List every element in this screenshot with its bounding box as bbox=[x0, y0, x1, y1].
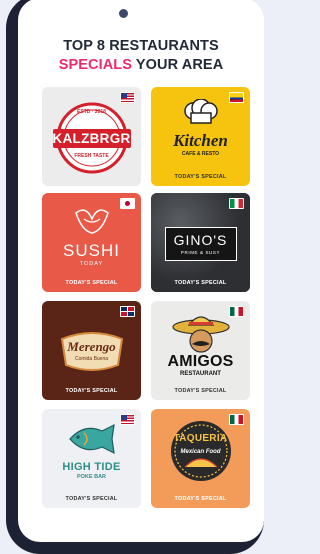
subtitle-rest: YOUR AREA bbox=[132, 57, 224, 73]
todays-special-label: TODAY'S SPECIAL bbox=[174, 280, 227, 286]
todays-special-label: TODAY'S SPECIAL bbox=[65, 388, 118, 394]
logo-name-text: AMIGOS bbox=[167, 353, 234, 370]
chef-hat-icon bbox=[184, 99, 218, 124]
logo-name-text: SUSHI bbox=[63, 241, 120, 260]
logo-tagline-text: PRIME & SUSY bbox=[180, 250, 221, 255]
logo-tagline-text: FRESH TASTE bbox=[74, 153, 109, 159]
fish-bowl-icon bbox=[69, 423, 115, 455]
restaurant-card-taqueria[interactable]: TAQUERIA Mexican Food TODAY'S SPECIAL bbox=[151, 409, 250, 508]
todays-special-label: TODAY'S SPECIAL bbox=[174, 496, 227, 502]
todays-special-label: TODAY'S SPECIAL bbox=[174, 174, 227, 180]
logo-name-text: HIGH TIDE bbox=[62, 461, 121, 473]
italy-flag-icon bbox=[229, 198, 244, 209]
logo-name-text: GINO'S bbox=[173, 232, 228, 248]
logo-name-text: Kitchen bbox=[173, 131, 228, 150]
todays-special-label: TODAY'S SPECIAL bbox=[65, 280, 118, 286]
logo-tagline-text: CAFE & RESTO bbox=[181, 151, 220, 157]
restaurant-card-sushi[interactable]: SUSHI TODAY TODAY'S SPECIAL bbox=[42, 193, 141, 292]
todays-special-label: TODAY'S SPECIAL bbox=[174, 388, 227, 394]
phone-frame: TOP 8 RESTAURANTS SPECIALS YOUR AREA EST… bbox=[6, 0, 264, 554]
colombia-flag-icon bbox=[229, 92, 244, 103]
logo-name-text: KALZBRGR bbox=[52, 131, 131, 146]
page-subtitle: SPECIALS YOUR AREA bbox=[18, 57, 264, 73]
restaurant-card-high-tide[interactable]: HIGH TIDE POKE BAR TODAY'S SPECIAL bbox=[42, 409, 141, 508]
logo-tagline-text: TODAY bbox=[79, 261, 104, 267]
dominican-republic-flag-icon bbox=[120, 306, 135, 317]
us-flag-icon bbox=[120, 414, 135, 425]
japan-flag-icon bbox=[120, 198, 135, 209]
phone-screen: TOP 8 RESTAURANTS SPECIALS YOUR AREA EST… bbox=[18, 0, 264, 542]
subtitle-accent: SPECIALS bbox=[58, 57, 133, 73]
mexico-flag-icon bbox=[229, 306, 244, 317]
restaurant-card-kitchen[interactable]: Kitchen CAFE & RESTO TODAY'S SPECIAL bbox=[151, 87, 250, 186]
todays-special-label: TODAY'S SPECIAL bbox=[65, 496, 118, 502]
logo-tagline-text: Mexican Food bbox=[180, 449, 221, 455]
restaurant-card-ginos[interactable]: GINO'S PRIME & SUSY TODAY'S SPECIAL bbox=[151, 193, 250, 292]
front-camera bbox=[119, 9, 128, 18]
restaurant-card-merengo[interactable]: Merengo Comida Buena TODAY'S SPECIAL bbox=[42, 301, 141, 400]
logo-tagline-text: POKE BAR bbox=[76, 474, 107, 480]
restaurant-card-amigos[interactable]: AMIGOS RESTAURANT TODAY'S SPECIAL bbox=[151, 301, 250, 400]
logo-tagline-text: RESTAURANT bbox=[180, 371, 221, 377]
restaurant-card-kalzbrgr[interactable]: ESTD · 2018 KALZBRGR FRESH TASTE bbox=[42, 87, 141, 186]
fish-icon bbox=[75, 209, 109, 234]
logo-name-text: TAQUERIA bbox=[173, 433, 228, 444]
logo-est-text: ESTD · 2018 bbox=[77, 109, 106, 115]
logo-name-text: Merengo bbox=[67, 339, 116, 354]
page-title: TOP 8 RESTAURANTS bbox=[63, 38, 219, 54]
sombrero-mascot-icon bbox=[172, 316, 230, 353]
logo-tagline-text: Comida Buena bbox=[74, 356, 109, 362]
